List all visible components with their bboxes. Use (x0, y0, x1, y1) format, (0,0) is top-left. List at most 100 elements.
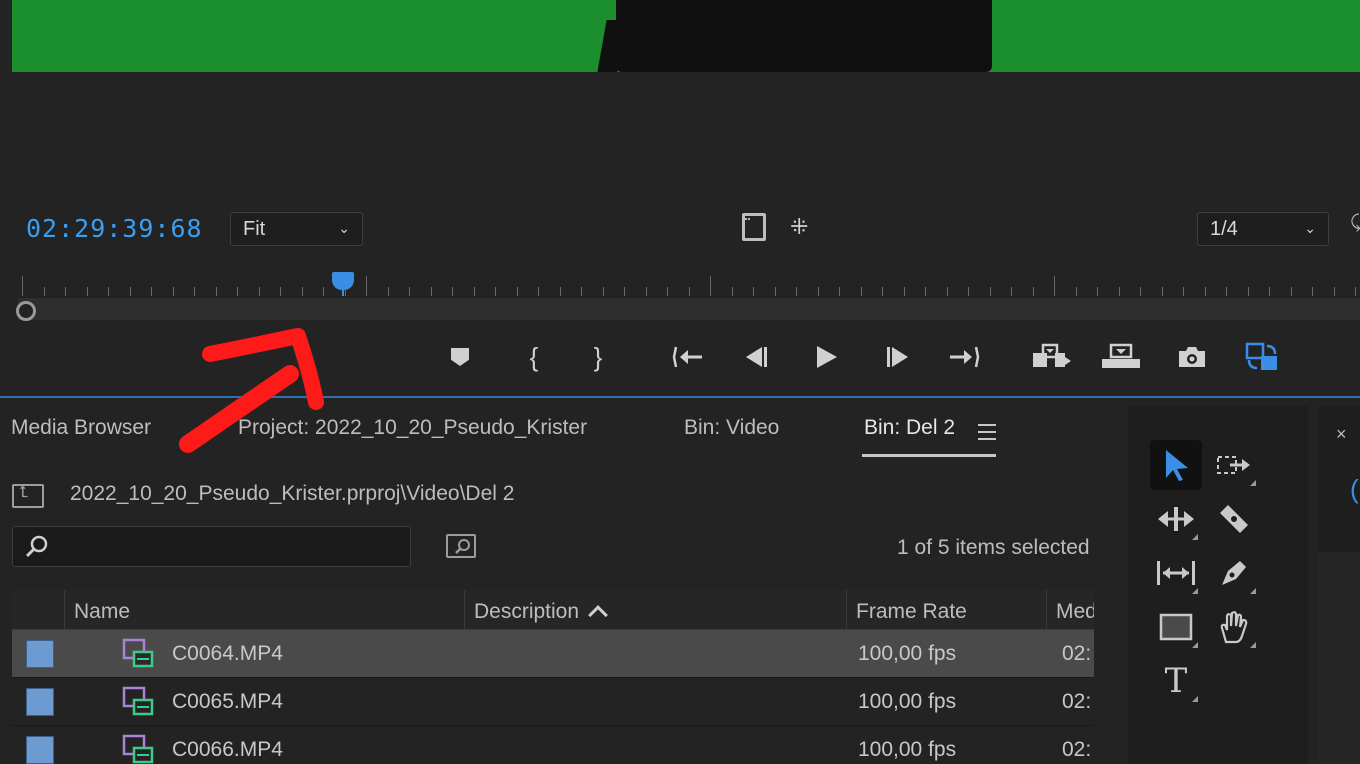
tool-group-indicator (1192, 588, 1198, 594)
label-color-swatch[interactable] (26, 736, 54, 764)
ruler-tick (903, 287, 905, 296)
type-tool[interactable]: T (1150, 656, 1202, 706)
clip-frame-rate: 100,00 fps (858, 738, 957, 761)
go-to-in-button[interactable] (670, 340, 706, 374)
selection-tool[interactable] (1150, 440, 1202, 490)
ruler-tick (280, 287, 281, 296)
rectangle-tool[interactable] (1150, 602, 1202, 652)
ruler-tick (452, 287, 453, 296)
playhead-handle[interactable] (332, 272, 354, 290)
tab-media-browser[interactable]: Media Browser (11, 416, 151, 440)
ruler-tick (387, 287, 389, 296)
drag-audio-only-icon[interactable]: ⁜ (790, 214, 808, 240)
label-color-swatch[interactable] (26, 640, 54, 668)
ruler-tick (1355, 287, 1356, 296)
ruler-tick (753, 287, 754, 296)
tool-group-indicator (1250, 642, 1256, 648)
panel-menu-icon[interactable] (978, 424, 996, 440)
ruler-tick (194, 287, 195, 296)
video-preview (12, 0, 1360, 72)
video-clip-icon (122, 734, 154, 764)
play-button[interactable] (810, 340, 842, 374)
ripple-edit-tool[interactable] (1150, 494, 1202, 544)
ruler-tick (602, 287, 604, 296)
ruler-tick (731, 287, 733, 296)
ruler-tick (108, 287, 109, 296)
table-row[interactable]: C0066.MP4 100,00 fps 02: (12, 726, 1094, 764)
playhead-timecode[interactable]: 02:29:39:68 (26, 214, 203, 243)
pen-tool[interactable] (1208, 548, 1260, 598)
ruler-tick (151, 287, 152, 296)
column-header-media[interactable]: Med (1056, 590, 1094, 630)
slip-icon (1157, 561, 1195, 585)
new-search-bin-icon[interactable] (446, 534, 476, 558)
mark-out-button[interactable]: } (586, 340, 610, 374)
playback-resolution-dropdown[interactable]: 1/4 ⌄ (1197, 212, 1329, 246)
export-frame-button[interactable] (1176, 340, 1208, 374)
ruler-tick (366, 276, 367, 296)
ruler-tick (946, 287, 948, 296)
overwrite-button[interactable] (1100, 340, 1142, 374)
ruler-tick (538, 287, 539, 296)
column-header-name[interactable]: Name (74, 590, 464, 630)
toggle-proxies-button[interactable] (1244, 340, 1280, 374)
selection-status: 1 of 5 items selected (897, 536, 1090, 559)
step-forward-button[interactable] (882, 340, 914, 374)
slip-tool[interactable] (1150, 548, 1202, 598)
drag-video-only-icon[interactable] (742, 213, 766, 241)
column-header-description[interactable]: Description (474, 590, 844, 630)
ruler-tick (581, 287, 582, 296)
step-back-button[interactable] (740, 340, 772, 374)
chevron-down-icon: ⌄ (338, 220, 350, 236)
adjacent-panel-glyph: ( (1350, 474, 1359, 504)
ruler-tick (1312, 287, 1313, 296)
close-panel-button[interactable]: × (1336, 424, 1347, 445)
clip-name: C0066.MP4 (172, 738, 283, 761)
sort-ascending-icon (588, 605, 608, 625)
zoom-scrollbar[interactable] (18, 298, 1360, 320)
insert-button[interactable] (1030, 340, 1072, 374)
column-separator[interactable] (1046, 590, 1047, 630)
marker-icon (451, 348, 469, 366)
track-select-tool[interactable] (1208, 440, 1260, 490)
tool-group-indicator (1192, 696, 1198, 702)
camera-icon (1179, 347, 1205, 367)
ruler-tick (1032, 287, 1034, 296)
go-to-in-icon (672, 346, 702, 368)
table-row[interactable]: C0064.MP4 100,00 fps 02: (12, 630, 1094, 678)
ruler-tick (1161, 287, 1163, 296)
ruler-tick (43, 287, 45, 296)
ruler-tick (409, 287, 410, 296)
hand-tool[interactable] (1208, 602, 1260, 652)
ruler-tick (495, 287, 496, 296)
razor-tool[interactable] (1208, 494, 1260, 544)
zoom-level-dropdown[interactable]: Fit ⌄ (230, 212, 363, 246)
column-header-frame-rate[interactable]: Frame Rate (856, 590, 1046, 630)
ruler-tick (1097, 287, 1098, 296)
tab-bin-video[interactable]: Bin: Video (684, 416, 779, 440)
settings-wrench-icon[interactable]: ⤹ (1350, 212, 1360, 233)
ruler-tick (129, 287, 131, 296)
scrollbar-handle[interactable] (16, 301, 36, 321)
step-back-icon (746, 347, 767, 367)
video-clip-icon (122, 638, 154, 668)
tab-bin-del-2[interactable]: Bin: Del 2 (864, 416, 955, 440)
mark-in-button[interactable]: { (522, 340, 546, 374)
go-to-out-button[interactable] (946, 340, 982, 374)
column-separator[interactable] (846, 590, 847, 630)
search-icon (455, 539, 470, 554)
label-color-swatch[interactable] (26, 688, 54, 716)
table-row[interactable]: C0065.MP4 100,00 fps 02: (12, 678, 1094, 726)
add-marker-button[interactable] (448, 340, 472, 374)
go-to-out-icon (950, 346, 980, 368)
selection-arrow-icon (1166, 450, 1188, 481)
navigate-up-icon[interactable] (12, 484, 44, 508)
time-ruler[interactable] (18, 270, 1360, 298)
column-separator[interactable] (64, 590, 65, 630)
razor-icon (1220, 505, 1248, 533)
tool-group-indicator (1192, 642, 1198, 648)
ruler-tick (1333, 287, 1335, 296)
column-separator[interactable] (464, 590, 465, 630)
ruler-tick (215, 287, 217, 296)
search-input[interactable] (12, 526, 411, 567)
